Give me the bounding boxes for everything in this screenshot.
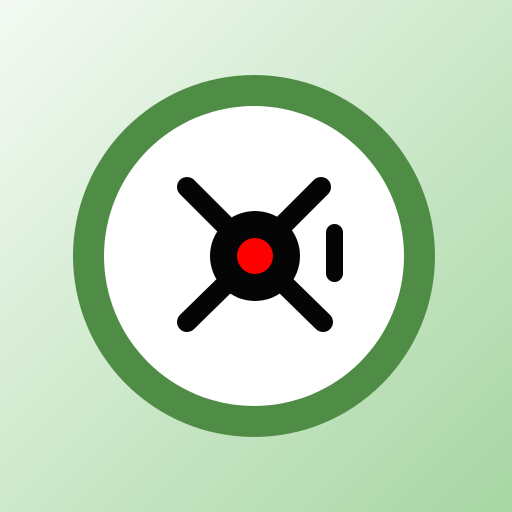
vertical-indicator-bar: [326, 224, 343, 282]
vault-safe-dial-icon: [0, 0, 512, 512]
red-center-light: [237, 238, 273, 274]
